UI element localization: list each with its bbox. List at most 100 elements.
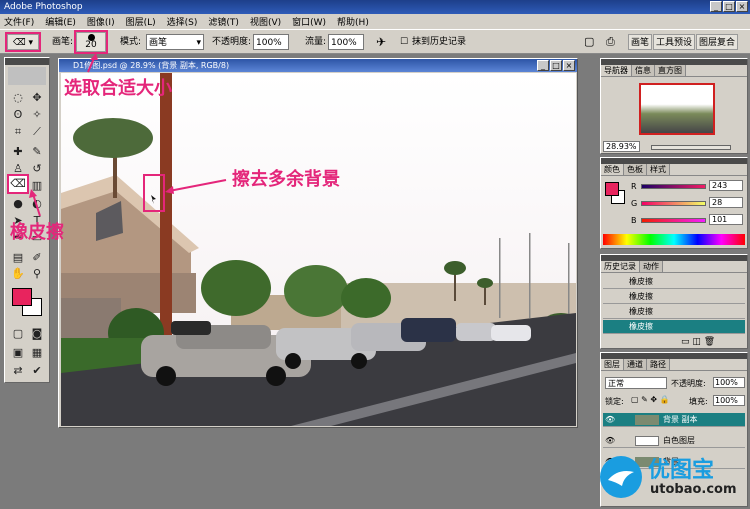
history-footer-icons[interactable]: ▭ ◫ 🗑 — [681, 337, 715, 347]
move-icon[interactable]: ✥ — [28, 90, 46, 106]
airbrush-icon[interactable]: ✈ — [376, 34, 386, 50]
notes-icon[interactable]: ▤ — [9, 250, 27, 266]
palette-well-icon[interactable]: ▢ — [584, 34, 594, 50]
color-spectrum-bar[interactable] — [603, 234, 745, 245]
history-erase-checkbox[interactable]: ☐ — [400, 34, 408, 50]
history-item[interactable]: 橡皮擦 — [603, 290, 745, 304]
watermark: 优图宝 utobao.com — [598, 452, 748, 507]
fill-input[interactable]: 100% — [713, 395, 745, 406]
tab-swatches[interactable]: 色板 — [624, 164, 647, 175]
brush-size-picker[interactable]: 20 — [74, 30, 108, 54]
tab-styles[interactable]: 样式 — [647, 164, 670, 175]
well-tab-layer-comps[interactable]: 图层复合 — [696, 34, 739, 50]
slice-icon[interactable]: ⟋ — [28, 124, 46, 140]
history-item-selected[interactable]: 橡皮擦 — [603, 320, 745, 334]
checkmark-icon[interactable]: ✔ — [28, 363, 46, 379]
b-label: B — [631, 216, 637, 225]
app-title-bar: Adobe Photoshop _ □ × — [0, 0, 750, 14]
zoom-icon[interactable]: ⚲ — [28, 266, 46, 282]
jump-to-imageready-icon[interactable]: ⇄ — [9, 363, 27, 379]
magic-wand-icon[interactable]: ✧ — [28, 107, 46, 123]
stamp-icon[interactable]: ♙ — [9, 161, 27, 177]
menu-image[interactable]: 图像(I) — [87, 15, 115, 28]
tool-preset-picker[interactable]: ⌫ ▾ — [5, 32, 41, 52]
blend-mode-select[interactable]: 正常 — [605, 377, 667, 389]
menu-select[interactable]: 选择(S) — [167, 15, 198, 28]
eyedropper-icon[interactable]: ✐ — [28, 250, 46, 266]
eye-icon[interactable]: 👁 — [605, 434, 615, 448]
tab-channels[interactable]: 通道 — [624, 359, 647, 370]
b-value[interactable]: 101 — [709, 214, 743, 225]
layer-opacity-input[interactable]: 100% — [713, 377, 745, 388]
menu-layer[interactable]: 图层(L) — [126, 15, 156, 28]
b-slider[interactable] — [641, 218, 706, 223]
tab-color[interactable]: 颜色 — [601, 164, 624, 175]
blur-icon[interactable]: ● — [9, 196, 27, 212]
hand-icon[interactable]: ✋ — [9, 266, 27, 282]
minimize-button[interactable]: _ — [710, 1, 722, 12]
history-item[interactable]: 橡皮擦 — [603, 305, 745, 319]
history-item-label: 橡皮擦 — [629, 307, 653, 316]
flow-input[interactable]: 100% — [328, 34, 364, 50]
quick-mask-icon[interactable]: ◙ — [28, 326, 46, 342]
screen-mode-icon[interactable]: ▣ — [9, 345, 27, 361]
doc-minimize-button[interactable]: _ — [537, 60, 549, 71]
color-panel: 颜色 色板 样式 R 243 G 28 B 101 — [600, 157, 748, 249]
fullscreen-mode-icon[interactable]: ▦ — [28, 345, 46, 361]
tab-navigator[interactable]: 导航器 — [601, 65, 632, 76]
doc-maximize-button[interactable]: □ — [550, 60, 562, 71]
print-icon[interactable]: ⎙ — [606, 34, 615, 50]
menu-file[interactable]: 文件(F) — [4, 15, 34, 28]
eraser-tool-icon[interactable]: ⌫ — [7, 174, 29, 194]
annotation-erase-bg: 擦去多余背景 — [232, 169, 340, 190]
menu-help[interactable]: 帮助(H) — [337, 15, 369, 28]
brush-icon[interactable]: ✎ — [28, 144, 46, 160]
lasso-icon[interactable]: ʘ — [9, 107, 27, 123]
foreground-color-swatch[interactable] — [12, 288, 32, 306]
options-bar: ⌫ ▾ 画笔: 20 模式: 画笔 ▾ 不透明度: 100% 流量: 100% … — [0, 29, 750, 54]
fg-color-swatch[interactable] — [605, 182, 619, 196]
bird-logo-icon — [600, 456, 642, 498]
annotation-eraser: 橡皮擦 — [10, 222, 64, 243]
menu-edit[interactable]: 编辑(E) — [45, 15, 76, 28]
well-tab-brushes[interactable]: 画笔 — [628, 34, 653, 50]
tab-actions[interactable]: 动作 — [640, 261, 663, 272]
menu-view[interactable]: 视图(V) — [250, 15, 281, 28]
image-canvas[interactable] — [61, 73, 576, 426]
close-button[interactable]: × — [736, 1, 748, 12]
maximize-button[interactable]: □ — [723, 1, 735, 12]
menu-filter[interactable]: 滤镜(T) — [208, 15, 239, 28]
brush-size: 20 — [85, 40, 97, 50]
layer-row[interactable]: 👁 背景 副本 — [603, 413, 745, 427]
tab-layers[interactable]: 图层 — [601, 359, 624, 370]
navigator-thumbnail[interactable] — [639, 83, 715, 135]
lock-icons[interactable]: ▢ ✎ ✥ 🔒 — [631, 395, 670, 404]
mode-select[interactable]: 画笔 ▾ — [146, 34, 204, 50]
crop-icon[interactable]: ⌗ — [9, 124, 27, 140]
standard-mode-icon[interactable]: ▢ — [9, 326, 27, 342]
layer-row[interactable]: 👁 白色图层 — [603, 434, 745, 448]
healing-icon[interactable]: ✚ — [9, 144, 27, 160]
navigator-zoom-slider[interactable] — [651, 145, 731, 150]
history-item[interactable]: 橡皮擦 — [603, 275, 745, 289]
opacity-input[interactable]: 100% — [253, 34, 289, 50]
toolbox-grip[interactable] — [5, 58, 49, 65]
r-value[interactable]: 243 — [709, 180, 743, 191]
document-title-bar[interactable]: D1修图.psd @ 28.9% (背景 副本, RGB/8) _ □ × — [59, 59, 577, 72]
navigator-zoom[interactable]: 28.93% — [603, 141, 640, 152]
eye-icon[interactable]: 👁 — [605, 413, 615, 427]
g-value[interactable]: 28 — [709, 197, 743, 208]
parking-lot-photo — [61, 73, 576, 426]
tab-info[interactable]: 信息 — [632, 65, 655, 76]
menu-window[interactable]: 窗口(W) — [292, 15, 326, 28]
r-slider[interactable] — [641, 184, 706, 189]
tab-paths[interactable]: 路径 — [647, 359, 670, 370]
marquee-icon[interactable]: ◌ — [9, 90, 27, 106]
well-tab-tool-presets[interactable]: 工具预设 — [653, 34, 696, 50]
tab-histogram[interactable]: 直方图 — [655, 65, 686, 76]
history-brush-icon[interactable]: ↺ — [28, 161, 46, 177]
g-slider[interactable] — [641, 201, 706, 206]
doc-close-button[interactable]: × — [563, 60, 575, 71]
tab-history[interactable]: 历史记录 — [601, 261, 640, 272]
feather-logo[interactable] — [8, 67, 46, 85]
